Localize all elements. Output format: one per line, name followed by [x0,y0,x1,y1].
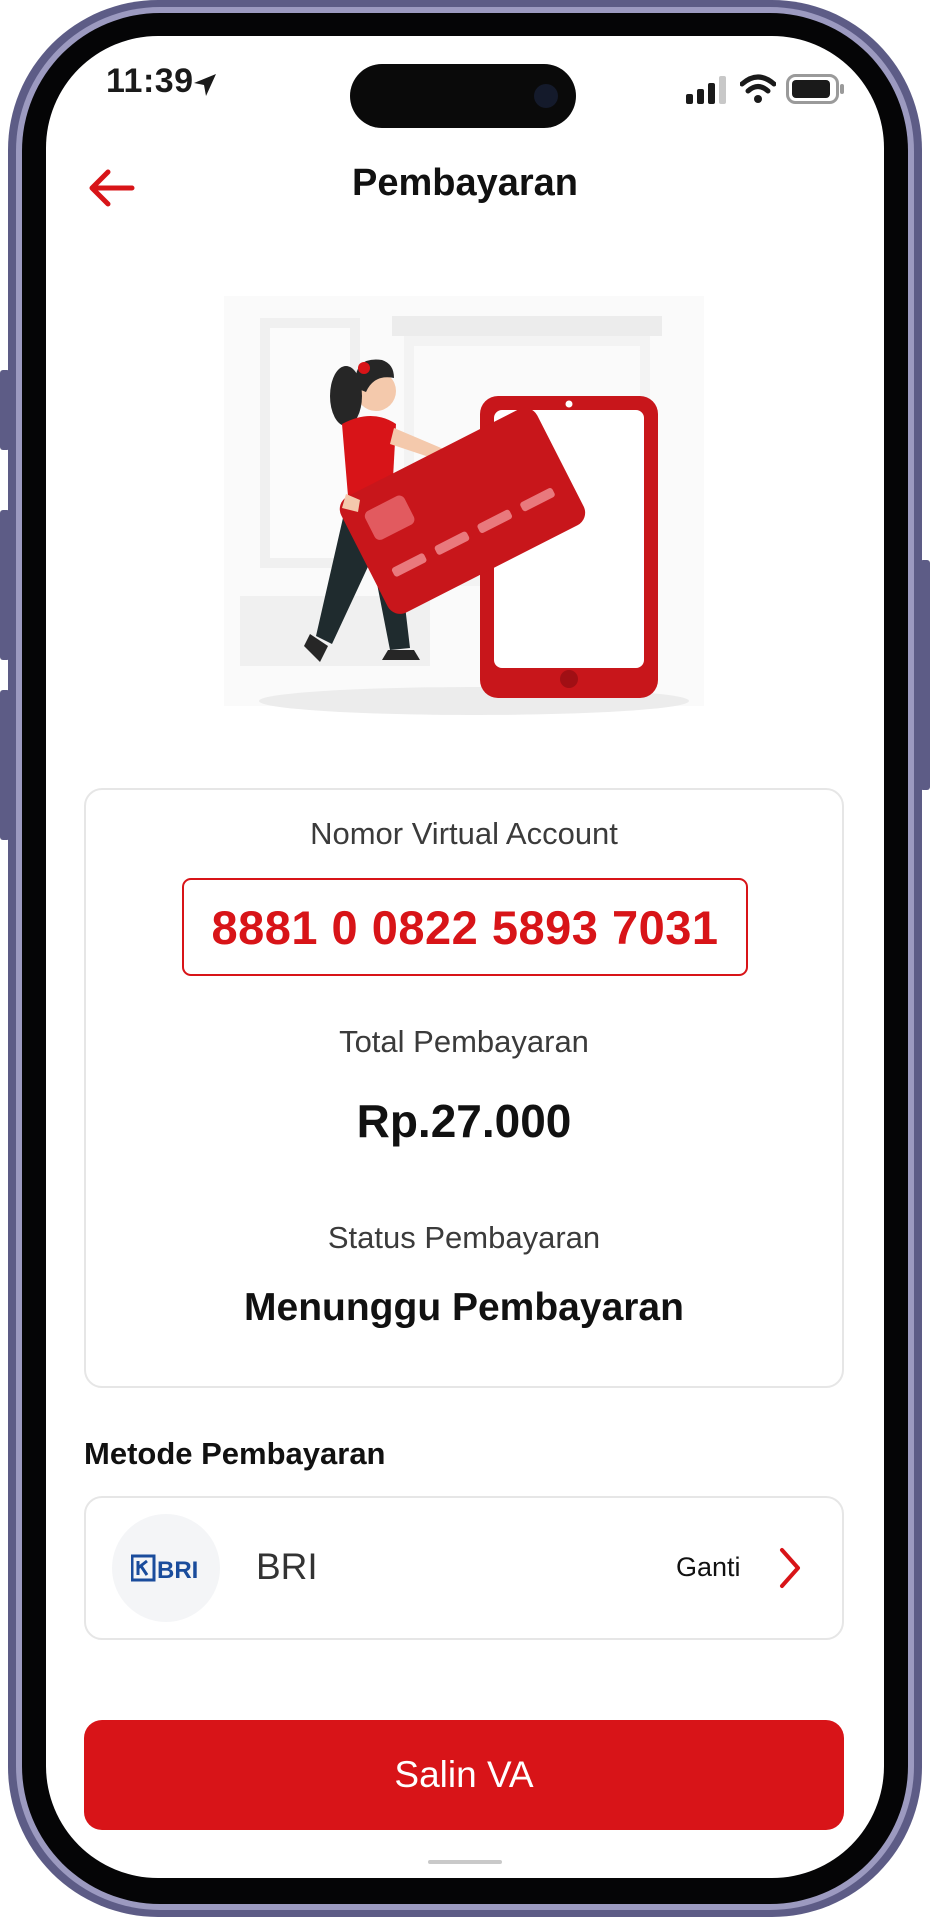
status-label: Status Pembayaran [327,1220,601,1255]
total-amount: Rp.27.000 [356,1095,572,1147]
va-number[interactable]: 8881 0 0822 5893 7031 [182,878,748,976]
home-indicator [428,1860,502,1864]
status-bar: 11:39 [46,36,884,136]
copy-va-button[interactable]: Salin VA [84,1720,844,1830]
payment-illustration [224,296,704,715]
status-time: 11:39 [106,62,194,100]
payment-method-card[interactable]: BRI BRI Ganti [84,1496,844,1640]
va-label: Nomor Virtual Account [310,816,618,851]
volume-down-button [0,690,10,840]
payment-method-title: Metode Pembayaran [84,1436,386,1471]
cellular-signal-icon [686,76,726,104]
dynamic-island [350,64,576,128]
battery-icon [786,74,844,104]
payment-info-card: Nomor Virtual Account 8881 0 0822 5893 7… [84,788,844,1388]
total-label: Total Pembayaran [339,1024,589,1059]
action-button [0,370,10,450]
screen: 11:39 Pembayaran Nomor Virtual Account 8… [46,36,884,1878]
volume-up-button [0,510,10,660]
camera-lens [534,84,558,108]
power-button [920,560,930,790]
bank-logo: BRI [112,1514,220,1622]
page-title: Pembayaran [351,162,578,204]
bri-logo-icon: BRI [131,1554,198,1583]
bank-logo-text: BRI [157,1557,198,1583]
chevron-right-icon[interactable] [776,1546,804,1590]
bank-name: BRI [256,1546,318,1587]
status-value: Menunggu Pembayaran [244,1286,684,1329]
location-arrow-icon [194,74,216,96]
change-method-link[interactable]: Ganti [676,1552,741,1583]
wifi-icon [740,74,776,103]
